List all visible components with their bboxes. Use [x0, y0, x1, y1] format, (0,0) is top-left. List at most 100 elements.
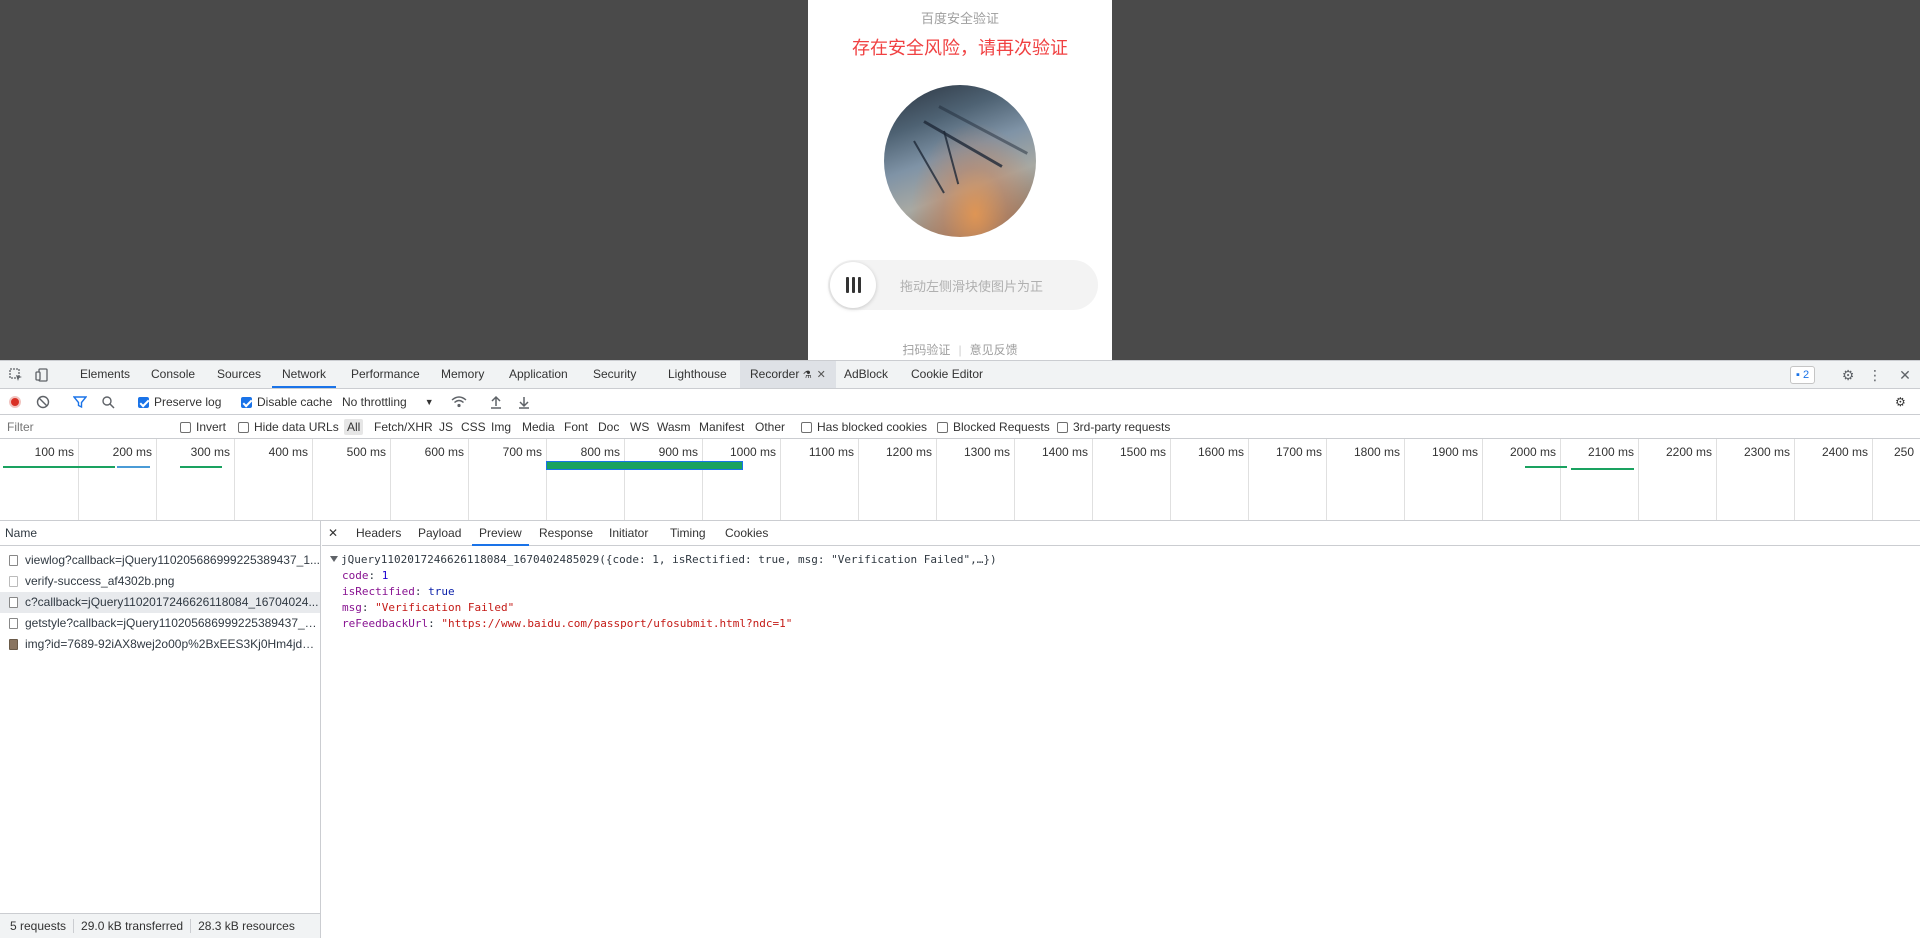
column-header-name[interactable]: Name — [0, 521, 320, 546]
request-row[interactable]: verify-success_af4302b.png — [0, 571, 320, 592]
network-settings-gear-icon[interactable]: ⚙ — [1895, 393, 1906, 411]
preserve-log-checkbox[interactable]: Preserve log — [138, 393, 221, 411]
filter-toggle-button[interactable] — [73, 393, 87, 411]
close-devtools-icon[interactable]: ✕ — [1896, 366, 1914, 384]
tab-performance[interactable]: Performance — [341, 361, 430, 388]
slider-handle[interactable] — [830, 262, 876, 308]
tab-application[interactable]: Application — [499, 361, 578, 388]
tab-network[interactable]: Network — [272, 361, 337, 388]
type-filter-ws[interactable]: WS — [627, 419, 652, 435]
request-row[interactable]: getstyle?callback=jQuery1102056869992253… — [0, 613, 320, 634]
timeline-tick-label: 1500 ms — [1119, 445, 1166, 459]
overview-bar — [117, 466, 150, 468]
throttling-select[interactable]: No throttling ▼ — [342, 393, 434, 411]
timeline-gridline — [1716, 439, 1717, 520]
type-filter-doc[interactable]: Doc — [595, 419, 622, 435]
inspect-element-icon[interactable] — [7, 366, 25, 384]
type-filter-css[interactable]: CSS — [458, 419, 489, 435]
search-button[interactable] — [101, 393, 115, 411]
device-toolbar-icon[interactable] — [33, 366, 51, 384]
tab-lighthouse[interactable]: Lighthouse — [658, 361, 737, 388]
feedback-link[interactable]: 意见反馈 — [970, 343, 1018, 357]
record-button[interactable] — [9, 393, 21, 411]
tab-recorder-label: Recorder — [750, 367, 800, 381]
type-filter-font[interactable]: Font — [561, 419, 591, 435]
import-har-icon[interactable] — [490, 393, 502, 411]
tab-response[interactable]: Response — [532, 521, 600, 546]
tab-adblock[interactable]: AdBlock — [834, 361, 898, 388]
invert-checkbox[interactable]: Invert — [180, 418, 226, 436]
tab-recorder[interactable]: Recorder ⚗ ✕ — [740, 361, 836, 388]
json-root-row[interactable]: jQuery1102017246626118084_1670402485029(… — [330, 552, 997, 568]
timeline-tick-label: 100 ms — [34, 445, 74, 459]
type-filter-fetch-xhr[interactable]: Fetch/XHR — [371, 419, 436, 435]
type-filter-all[interactable]: All — [344, 419, 364, 435]
close-detail-icon[interactable]: ✕ — [328, 521, 338, 545]
tab-memory[interactable]: Memory — [431, 361, 494, 388]
hide-data-urls-label: Hide data URLs — [254, 420, 339, 434]
tab-security[interactable]: Security — [583, 361, 646, 388]
timeline-gridline — [546, 439, 547, 520]
timeline-tick-label: 800 ms — [580, 445, 620, 459]
close-icon[interactable]: ✕ — [817, 369, 826, 381]
request-name: viewlog?callback=jQuery11020568699922538… — [25, 553, 320, 567]
clear-button[interactable] — [36, 393, 50, 411]
json-value: true — [428, 585, 455, 598]
type-filter-wasm[interactable]: Wasm — [654, 419, 694, 435]
network-overview-timeline[interactable]: 100 ms 200 ms 300 ms 400 ms 500 ms 600 ms 700 … — [0, 439, 1920, 521]
filter-input[interactable] — [2, 418, 166, 436]
tab-preview[interactable]: Preview — [472, 521, 529, 546]
has-blocked-cookies-checkbox[interactable]: Has blocked cookies — [801, 418, 927, 436]
more-options-icon[interactable]: ⋮ — [1866, 366, 1884, 384]
issues-badge[interactable]: ▪ 2 — [1790, 366, 1816, 384]
tab-sources[interactable]: Sources — [207, 361, 271, 388]
timeline-tick-label: 1300 ms — [963, 445, 1010, 459]
settings-gear-icon[interactable]: ⚙ — [1839, 366, 1857, 384]
tab-console[interactable]: Console — [141, 361, 205, 388]
json-field-row: msg: "Verification Failed" — [342, 601, 515, 614]
tab-headers[interactable]: Headers — [349, 521, 408, 546]
captcha-warning: 存在安全风险，请再次验证 — [852, 38, 1068, 58]
timeline-tick-label: 700 ms — [502, 445, 542, 459]
throttling-value: No throttling — [342, 395, 407, 409]
qr-verify-link[interactable]: 扫码验证 — [902, 343, 950, 357]
json-preview: jQuery1102017246626118084_1670402485029(… — [330, 552, 997, 632]
timeline-tick-label: 2200 ms — [1665, 445, 1712, 459]
request-count: 5 requests — [10, 919, 67, 933]
disable-cache-checkbox[interactable]: Disable cache — [241, 393, 332, 411]
tab-timing[interactable]: Timing — [663, 521, 713, 546]
expand-triangle-icon[interactable] — [330, 556, 338, 562]
devtools-tab-bar: Elements Console Sources Network Perform… — [0, 361, 1920, 389]
document-icon — [9, 597, 18, 608]
hide-data-urls-checkbox[interactable]: Hide data URLs — [238, 418, 339, 436]
timeline-gridline — [234, 439, 235, 520]
json-root-summary: jQuery1102017246626118084_1670402485029(… — [341, 553, 997, 566]
request-row-selected[interactable]: c?callback=jQuery1102017246626118084_167… — [0, 592, 320, 613]
timeline-gridline — [468, 439, 469, 520]
resources-size: 28.3 kB resources — [198, 919, 295, 933]
request-list: Name viewlog?callback=jQuery110205686999… — [0, 521, 321, 938]
timeline-gridline — [390, 439, 391, 520]
rotate-slider[interactable]: 拖动左侧滑块使图片为正 — [828, 260, 1098, 310]
type-filter-js[interactable]: JS — [436, 419, 456, 435]
tab-cookies[interactable]: Cookies — [718, 521, 775, 546]
type-filter-media[interactable]: Media — [519, 419, 558, 435]
has-blocked-cookies-label: Has blocked cookies — [817, 420, 928, 434]
request-row[interactable]: img?id=7689-92iAX8wej2o00p%2BxEES3Kj0Hm4… — [0, 634, 320, 655]
type-filter-img[interactable]: Img — [488, 419, 514, 435]
tab-payload[interactable]: Payload — [411, 521, 468, 546]
overview-bar — [180, 466, 222, 468]
timeline-gridline — [702, 439, 703, 520]
timeline-gridline — [1560, 439, 1561, 520]
tab-initiator[interactable]: Initiator — [602, 521, 655, 546]
type-filter-manifest[interactable]: Manifest — [696, 419, 747, 435]
tab-elements[interactable]: Elements — [70, 361, 140, 388]
export-har-icon[interactable] — [518, 393, 530, 411]
network-conditions-icon[interactable] — [451, 393, 467, 411]
blocked-requests-checkbox[interactable]: Blocked Requests — [937, 418, 1050, 436]
timeline-gridline — [1326, 439, 1327, 520]
third-party-checkbox[interactable]: 3rd-party requests — [1057, 418, 1170, 436]
tab-cookie-editor[interactable]: Cookie Editor — [901, 361, 993, 388]
request-row[interactable]: viewlog?callback=jQuery11020568699922538… — [0, 550, 320, 571]
type-filter-other[interactable]: Other — [752, 419, 788, 435]
